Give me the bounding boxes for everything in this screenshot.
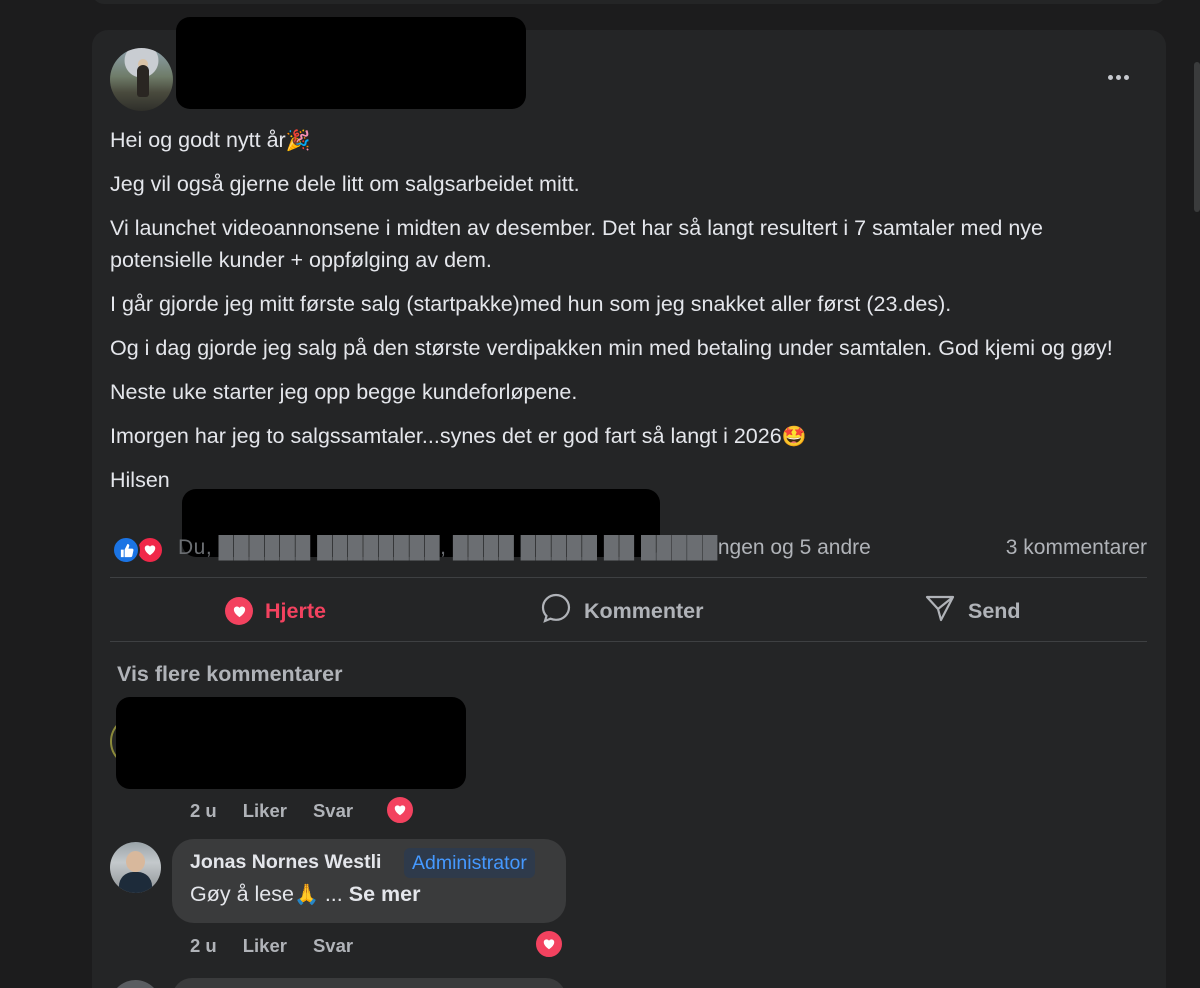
heart-button[interactable]: Hjerte (225, 592, 326, 630)
post-body: Hei og godt nytt år🎉 Jeg vil også gjerne… (110, 124, 1150, 508)
post-paragraph: Og i dag gjorde jeg salg på den største … (110, 336, 1113, 360)
commenter-avatar[interactable] (110, 842, 161, 893)
post-paragraph: Neste uke starter jeg opp begge kundefor… (110, 380, 578, 404)
post-paragraph: Jeg vil også gjerne dele litt om salgsar… (110, 172, 580, 196)
heart-icon (225, 597, 253, 625)
show-more-comments-link[interactable]: Vis flere kommentarer (117, 662, 342, 687)
comment-button[interactable]: Kommenter (540, 592, 703, 630)
see-more-link[interactable]: Se mer (349, 882, 421, 906)
comment-count[interactable]: 3 kommentarer (1006, 536, 1147, 560)
comment-like-button[interactable]: Liker (243, 935, 287, 957)
party-popper-icon: 🎉 (285, 128, 311, 152)
comment-love-reaction[interactable] (385, 795, 415, 825)
admin-badge[interactable]: Administrator (404, 848, 535, 878)
comment-time[interactable]: 2 u (190, 935, 217, 957)
author-avatar[interactable] (110, 48, 173, 111)
previous-post-card (92, 0, 1166, 4)
post-paragraph: Vi launchet videoannonsene i midten av d… (110, 216, 1043, 272)
reaction-summary[interactable]: Du, ██████ ████████, ████ █████ ██ █████… (178, 536, 871, 560)
divider (110, 577, 1147, 578)
post-paragraph: Hei og godt nytt år🎉 (110, 128, 311, 152)
comment-like-button[interactable]: Liker (243, 800, 287, 822)
redacted-comment (116, 697, 466, 789)
divider (110, 641, 1147, 642)
reaction-icons[interactable] (112, 534, 164, 566)
love-icon (136, 536, 164, 564)
comment-text: Gøy å lese🙏 ... Se mer (190, 882, 421, 906)
star-struck-icon: 🤩 (781, 424, 807, 448)
comment-time[interactable]: 2 u (190, 800, 217, 822)
scrollbar-thumb[interactable] (1194, 62, 1200, 212)
comment-bubble (172, 978, 566, 988)
comment-reply-button[interactable]: Svar (313, 800, 353, 822)
send-icon (924, 592, 956, 630)
post-paragraph: Imorgen har jeg to salgssamtaler...synes… (110, 424, 807, 448)
folded-hands-icon: 🙏 (293, 882, 319, 906)
ellipsis-icon (1107, 74, 1113, 80)
send-button[interactable]: Send (924, 592, 1021, 630)
love-icon (394, 805, 406, 816)
commenter-name[interactable]: Jonas Nornes Westli (190, 851, 381, 874)
comment-love-reaction[interactable] (534, 929, 564, 959)
redacted-author-name (176, 17, 526, 109)
like-icon (112, 536, 140, 564)
post-paragraph: I går gjorde jeg mitt første salg (start… (110, 292, 952, 316)
love-icon (543, 939, 555, 950)
post-options-button[interactable] (1100, 62, 1136, 92)
comment-icon (540, 592, 572, 630)
comment-meta: 2 u Liker Svar (190, 800, 353, 822)
comment-meta: 2 u Liker Svar (190, 935, 353, 957)
comment-reply-button[interactable]: Svar (313, 935, 353, 957)
